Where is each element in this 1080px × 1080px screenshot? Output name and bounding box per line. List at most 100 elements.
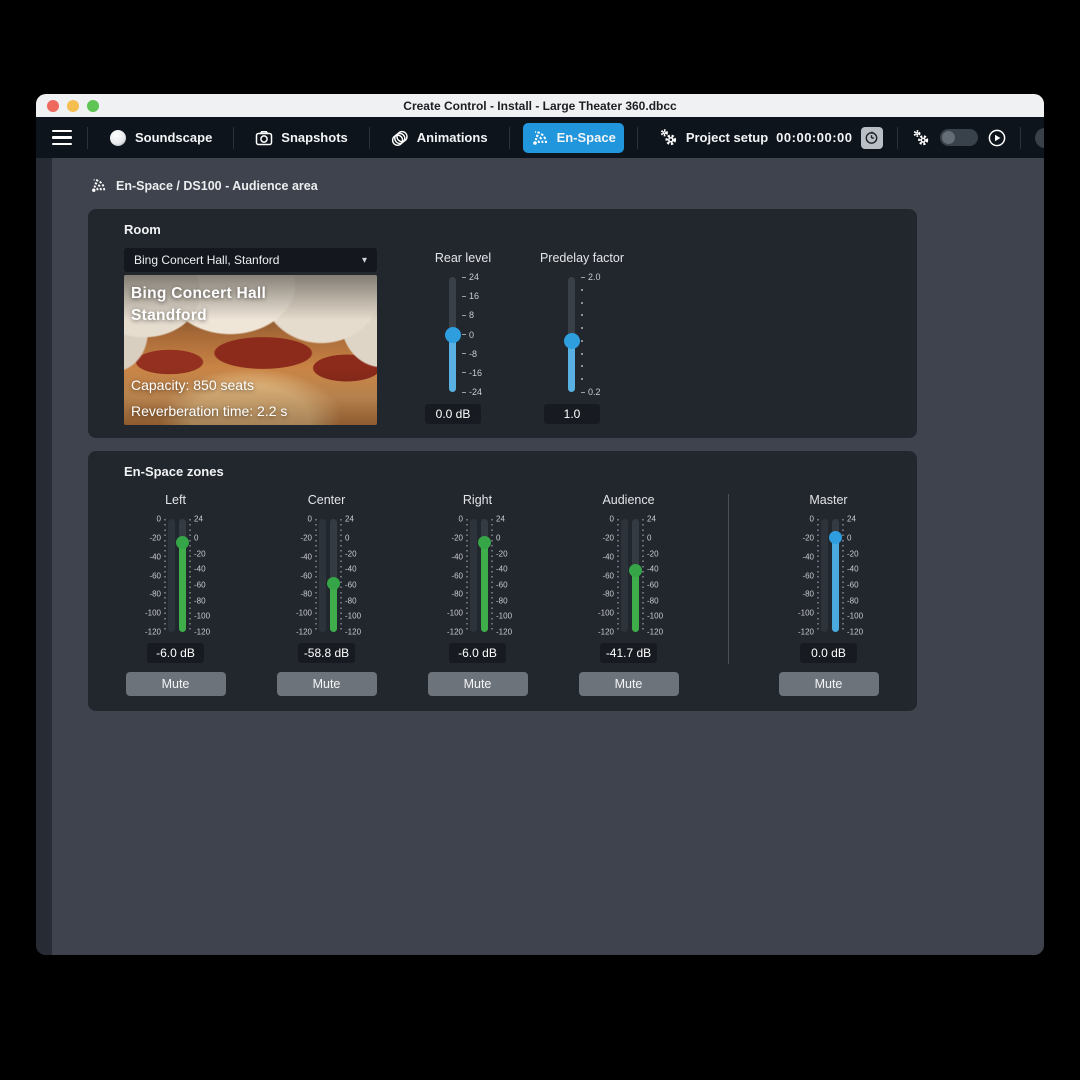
meter-scale-label: -80 bbox=[602, 589, 614, 599]
scale-minor-tick bbox=[581, 288, 583, 291]
fader-knob[interactable] bbox=[176, 536, 189, 550]
play-button-icon[interactable] bbox=[988, 129, 1006, 147]
scale-minor-tick bbox=[581, 327, 583, 330]
hamburger-menu-icon[interactable] bbox=[50, 126, 74, 149]
fader-fill bbox=[632, 570, 639, 632]
meter-scale-label: -80 bbox=[802, 589, 814, 599]
minimize-window-icon[interactable] bbox=[67, 99, 79, 112]
fader-track[interactable] bbox=[176, 519, 189, 632]
fader-scale-label: 0 bbox=[345, 533, 350, 543]
fader-scale-label: -100 bbox=[496, 611, 513, 621]
nav-label: Project setup bbox=[685, 130, 769, 145]
fader-track[interactable] bbox=[478, 519, 491, 632]
fader-scale-label: -100 bbox=[847, 611, 864, 621]
fader-scale-label: 24 bbox=[194, 514, 203, 524]
scale-tick-label: 0 bbox=[469, 329, 475, 340]
scale-minor-tick bbox=[581, 378, 583, 381]
scale-minor-tick bbox=[581, 314, 583, 317]
predelay-slider: Predelay factor 2.0 0.2 1.0 bbox=[532, 251, 632, 424]
meter-scale-label: -100 bbox=[597, 608, 614, 618]
meter-scale-label: -60 bbox=[602, 571, 614, 580]
left-sidebar-rail[interactable] bbox=[36, 158, 52, 955]
level-meter bbox=[621, 519, 628, 632]
divider bbox=[233, 126, 235, 149]
nav-animations[interactable]: Animations bbox=[383, 123, 496, 153]
fader-scale-label: -40 bbox=[345, 564, 357, 574]
zone-level-value[interactable]: -58.8 dB bbox=[298, 643, 355, 663]
rear-level-track[interactable] bbox=[444, 277, 461, 392]
room-select-dropdown[interactable]: Bing Concert Hall, Stanford ▾ bbox=[124, 248, 377, 272]
mute-button[interactable]: Mute bbox=[427, 672, 528, 696]
room-preview-image: Bing Concert Hall Standford Capacity: 85… bbox=[124, 275, 377, 425]
fader-scale-label: 0 bbox=[496, 533, 501, 543]
zone-level-value[interactable]: 0.0 dB bbox=[800, 643, 857, 663]
settings-gears-icon[interactable] bbox=[912, 129, 930, 147]
meter-scale-label: -40 bbox=[451, 552, 463, 562]
room-select-value: Bing Concert Hall, Stanford bbox=[134, 253, 280, 267]
predelay-scale: 2.0 0.2 bbox=[581, 272, 631, 397]
meter-scale-label: -20 bbox=[149, 533, 161, 543]
close-window-icon[interactable] bbox=[47, 99, 59, 112]
meter-scale-label: 0 bbox=[458, 514, 463, 524]
scale-tick-label: 8 bbox=[469, 310, 475, 321]
rear-level-value[interactable]: 0.0 dB bbox=[425, 404, 481, 424]
rear-level-knob[interactable] bbox=[444, 326, 461, 343]
meter-scale-label: -40 bbox=[602, 552, 614, 562]
meter-scale-label: -80 bbox=[149, 589, 161, 599]
scale-tick: 0 bbox=[462, 330, 474, 340]
zone-level-value[interactable]: -6.0 dB bbox=[147, 643, 204, 663]
meter-scale-label: -20 bbox=[602, 533, 614, 543]
zone-audience: Audience 0 -20 -40 -60 -80 -100 -120 24 0 -20 -40 -6… bbox=[553, 493, 704, 696]
predelay-value[interactable]: 1.0 bbox=[544, 404, 600, 424]
meter-scale-label: -120 bbox=[597, 627, 614, 637]
divider bbox=[1019, 126, 1021, 149]
fader-scale-label: -60 bbox=[345, 580, 357, 590]
zone-level-value[interactable]: -6.0 dB bbox=[449, 643, 506, 663]
meter-scale-label: -60 bbox=[802, 571, 814, 580]
predelay-track[interactable] bbox=[563, 277, 580, 392]
fader-knob[interactable] bbox=[829, 531, 842, 545]
room-panel-title: Room bbox=[124, 222, 161, 237]
fader-knob[interactable] bbox=[327, 577, 340, 591]
level-meter bbox=[821, 519, 828, 632]
scale-tick: 0.2 bbox=[581, 387, 601, 397]
fader-knob[interactable] bbox=[629, 564, 642, 578]
fader-scale-label: -20 bbox=[345, 549, 357, 559]
scale-tick-label: -24 bbox=[469, 387, 483, 397]
zoom-window-icon[interactable] bbox=[87, 99, 99, 112]
mute-button[interactable]: Mute bbox=[125, 672, 226, 696]
scale-minor-tick bbox=[581, 301, 583, 304]
mute-button[interactable]: Mute bbox=[276, 672, 377, 696]
nav-en-space[interactable]: En-Space bbox=[522, 122, 624, 153]
fader-scale-label: 0 bbox=[194, 533, 199, 543]
fader-scale-label: -80 bbox=[847, 596, 859, 606]
meter-scale-label: -20 bbox=[300, 533, 312, 543]
scale-tick: 2.0 bbox=[581, 272, 601, 282]
meter-scale-label: -20 bbox=[802, 533, 814, 543]
rear-level-scale: 24 16 8 0 -8 -16 -24 bbox=[462, 272, 512, 397]
zones-row: Left 0 -20 -40 -60 -80 -100 -120 24 0 -20 -40 -60 -80… bbox=[100, 493, 904, 696]
fader-track[interactable] bbox=[629, 519, 642, 632]
divider bbox=[896, 126, 898, 149]
fader-knob[interactable] bbox=[478, 536, 491, 550]
mute-button[interactable]: Mute bbox=[578, 672, 679, 696]
nav-soundscape[interactable]: Soundscape bbox=[101, 123, 220, 153]
fader-track[interactable] bbox=[829, 519, 842, 632]
fader-scale-label: -80 bbox=[647, 596, 659, 606]
predelay-knob[interactable] bbox=[563, 332, 580, 349]
zone-level-value[interactable]: -41.7 dB bbox=[600, 643, 657, 663]
timecode-clock-button[interactable] bbox=[860, 126, 883, 149]
scale-tick: -8 bbox=[462, 349, 477, 359]
fader-track[interactable] bbox=[327, 519, 340, 632]
mute-button[interactable]: Mute bbox=[778, 672, 879, 696]
fader-scale-label: 24 bbox=[847, 514, 856, 524]
fader-tick-column bbox=[642, 519, 644, 632]
predelay-label: Predelay factor bbox=[539, 251, 625, 265]
fader-scale-label: -60 bbox=[194, 580, 206, 590]
meter-scale-label: 0 bbox=[307, 514, 312, 524]
run-toggle[interactable] bbox=[939, 129, 978, 146]
nav-project-setup[interactable]: Project setup bbox=[651, 122, 776, 153]
meter-scale-label: -120 bbox=[144, 627, 161, 637]
nav-snapshots[interactable]: Snapshots bbox=[247, 123, 355, 153]
zone-fader: 0 -20 -40 -60 -80 -100 -120 24 0 -20 -40 -60 -80 -100… bbox=[590, 515, 667, 637]
